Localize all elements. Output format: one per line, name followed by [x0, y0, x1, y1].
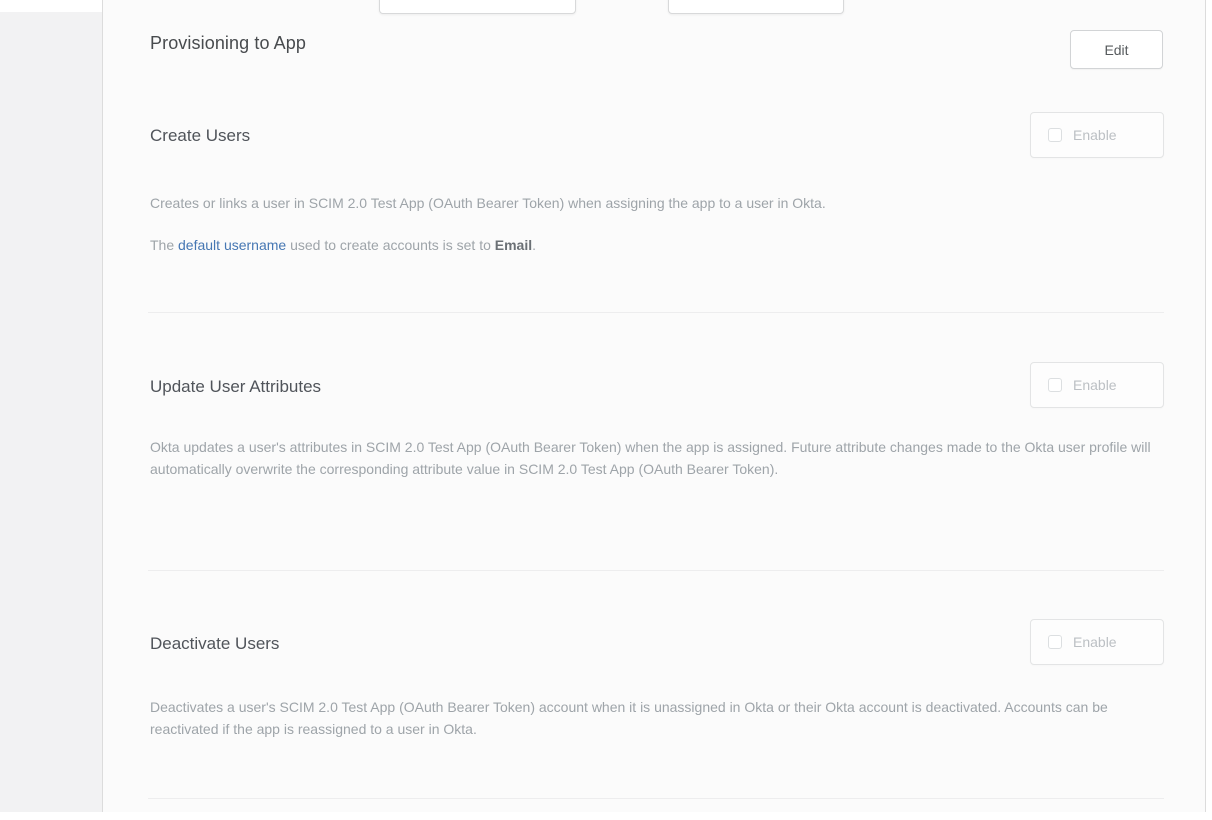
enable-checkbox[interactable] [1048, 635, 1062, 649]
description-text: Deactivates a user's SCIM 2.0 Test App (… [150, 699, 1108, 737]
username-line-prefix: The [150, 237, 178, 253]
enable-toggle-update-user-attributes[interactable]: Enable [1030, 362, 1164, 408]
enable-checkbox[interactable] [1048, 378, 1062, 392]
section-title-update-user-attributes: Update User Attributes [150, 377, 321, 397]
enable-toggle-deactivate-users[interactable]: Enable [1030, 619, 1164, 665]
section-title-create-users: Create Users [150, 126, 250, 146]
section-divider [148, 570, 1164, 571]
provisioning-to-app-panel: Provisioning to App Edit Create Users En… [102, 0, 1206, 812]
enable-toggle-create-users[interactable]: Enable [1030, 112, 1164, 158]
partial-control-right[interactable] [668, 0, 844, 14]
create-users-description: Creates or links a user in SCIM 2.0 Test… [150, 192, 1165, 214]
page-title: Provisioning to App [150, 33, 306, 54]
update-user-attributes-description: Okta updates a user's attributes in SCIM… [150, 436, 1165, 480]
left-sidebar [0, 12, 102, 812]
section-divider [148, 798, 1164, 799]
okta-provisioning-page: Provisioning to App Edit Create Users En… [0, 0, 1212, 820]
enable-label: Enable [1073, 634, 1117, 650]
enable-checkbox[interactable] [1048, 128, 1062, 142]
section-title-deactivate-users: Deactivate Users [150, 634, 279, 654]
section-divider [148, 312, 1164, 313]
default-username-link[interactable]: default username [178, 237, 286, 253]
deactivate-users-description: Deactivates a user's SCIM 2.0 Test App (… [150, 696, 1165, 740]
viewport-bottom-edge [0, 812, 1212, 820]
description-text: Okta updates a user's attributes in SCIM… [150, 439, 1151, 477]
create-users-username-line: The default username used to create acco… [150, 234, 1165, 256]
enable-label: Enable [1073, 377, 1117, 393]
enable-label: Enable [1073, 127, 1117, 143]
edit-button[interactable]: Edit [1070, 30, 1163, 69]
username-line-middle: used to create accounts is set to [286, 237, 495, 253]
username-line-suffix: . [532, 237, 536, 253]
description-text: Creates or links a user in SCIM 2.0 Test… [150, 195, 826, 211]
username-value: Email [495, 237, 532, 253]
partial-control-left[interactable] [379, 0, 576, 14]
